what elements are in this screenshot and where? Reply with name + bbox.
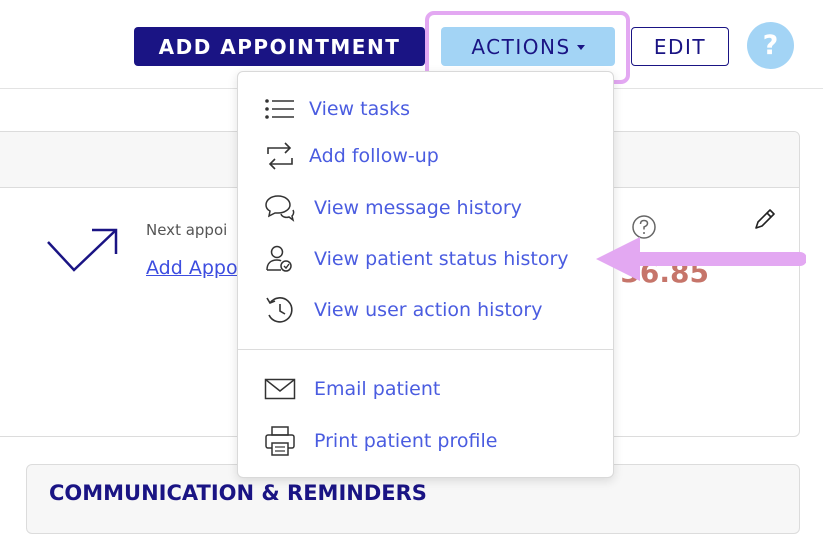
add-appointment-link[interactable]: Add Appo [146,257,238,279]
menu-item-label: Add follow-up [309,145,439,167]
menu-item-view-tasks[interactable]: View tasks [238,89,613,129]
printer-icon [263,424,297,458]
add-appointment-button[interactable]: ADD APPOINTMENT [134,27,425,66]
chat-bubbles-icon [263,191,297,225]
edit-button[interactable]: EDIT [631,27,729,66]
history-icon [263,293,297,327]
menu-divider [238,349,613,350]
communication-title: COMMUNICATION & REMINDERS [49,481,427,505]
menu-item-label: Email patient [314,378,441,400]
menu-item-label: View tasks [309,98,411,120]
list-icon [263,92,297,126]
help-button[interactable]: ? [747,22,794,69]
repeat-icon [263,139,297,173]
menu-item-add-follow-up[interactable]: Add follow-up [238,136,613,176]
menu-item-view-patient-status-history[interactable]: View patient status history [238,239,613,279]
menu-item-print-patient-profile[interactable]: Print patient profile [238,421,613,461]
envelope-icon [263,372,297,406]
user-status-icon [263,242,297,276]
annotation-arrow-icon [596,237,806,281]
caret-down-icon [576,45,585,50]
actions-button[interactable]: ACTIONS [441,27,615,66]
actions-dropdown-menu: View tasks Add follow-up View message hi… [237,71,614,478]
menu-item-view-message-history[interactable]: View message history [238,188,613,228]
next-appointment-label: Next appoi [146,221,228,239]
menu-item-email-patient[interactable]: Email patient [238,369,613,409]
actions-button-label: ACTIONS [471,34,571,59]
menu-item-label: View user action history [314,299,543,321]
menu-item-label: Print patient profile [314,430,498,452]
pencil-icon[interactable] [752,206,778,232]
trend-arrow-icon [47,228,118,272]
menu-item-view-user-action-history[interactable]: View user action history [238,290,613,330]
menu-item-label: View message history [314,197,522,219]
menu-item-label: View patient status history [314,248,569,270]
